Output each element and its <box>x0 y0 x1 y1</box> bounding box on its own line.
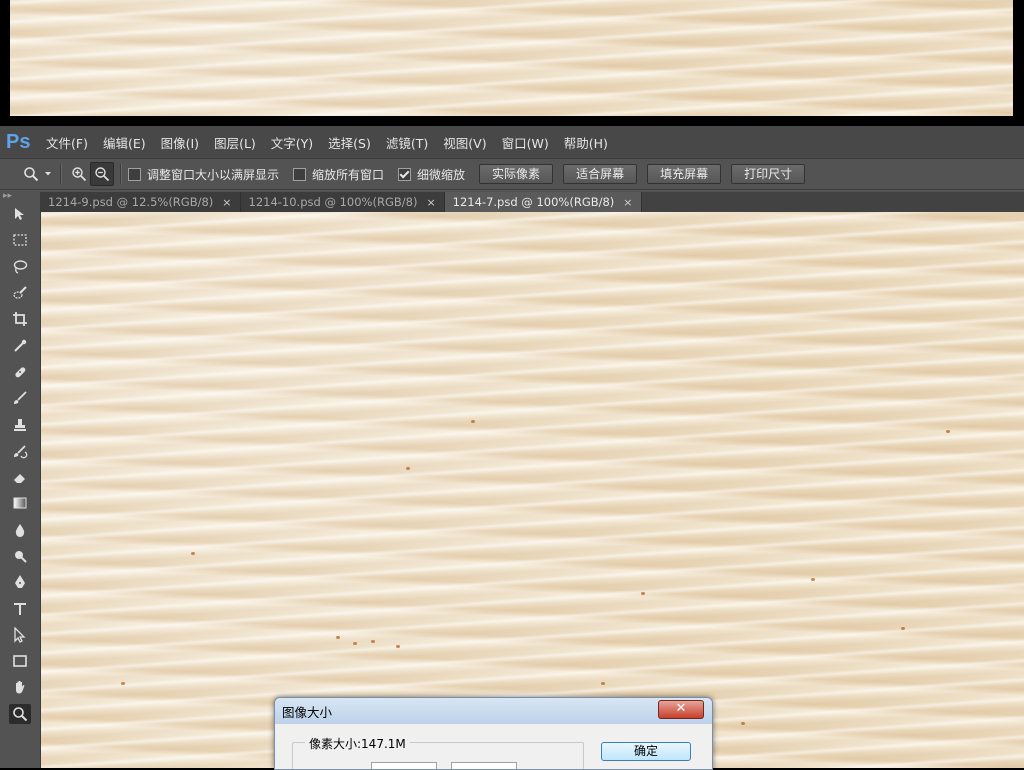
tab-label: 1214-10.psd @ 100%(RGB/8) <box>248 195 418 209</box>
print-size-button[interactable]: 打印尺寸 <box>731 164 806 184</box>
rectangle-icon[interactable] <box>0 648 40 674</box>
zoom-icon[interactable] <box>20 163 42 185</box>
width-field[interactable] <box>371 762 437 769</box>
marble-speck <box>946 430 950 433</box>
chevron-down-icon[interactable] <box>42 163 54 185</box>
checkbox-label: 调整窗口大小以满屏显示 <box>147 167 280 182</box>
options-bar: 调整窗口大小以满屏显示 缩放所有窗口 细微缩放 实际像素 适合屏幕 填充屏幕 打… <box>0 159 1024 190</box>
document-tabs: 1214-9.psd @ 12.5%(RGB/8) × 1214-10.psd … <box>40 192 1024 212</box>
pen-icon[interactable] <box>0 569 40 595</box>
zoom-icon[interactable] <box>0 701 40 727</box>
menu-file[interactable]: 文件(F) <box>46 133 88 152</box>
menu-bar: Ps 文件(F) 编辑(E) 图像(I) 图层(L) 文字(Y) 选择(S) 滤… <box>0 126 1024 159</box>
checkbox-label: 细微缩放 <box>417 167 466 182</box>
gradient-icon[interactable] <box>0 490 40 516</box>
menu-layer[interactable]: 图层(L) <box>214 133 256 152</box>
close-icon[interactable]: ✕ <box>658 700 704 719</box>
eyedropper-icon[interactable] <box>0 332 40 358</box>
marble-speck <box>396 645 400 648</box>
marquee-icon[interactable] <box>0 227 40 253</box>
resize-windows-checkbox[interactable]: 调整窗口大小以满屏显示 <box>128 166 279 183</box>
dialog-title: 图像大小 <box>282 704 333 720</box>
scrubby-zoom-checkbox[interactable]: 细微缩放 <box>398 166 465 183</box>
document-canvas[interactable] <box>41 212 1024 768</box>
menu-window[interactable]: 窗口(W) <box>502 133 549 152</box>
hand-icon[interactable] <box>0 674 40 700</box>
healing-brush-icon[interactable] <box>0 359 40 385</box>
marble-speck <box>371 640 375 643</box>
checkbox-label: 缩放所有窗口 <box>312 167 385 182</box>
menu-filter[interactable]: 滤镜(T) <box>386 133 428 152</box>
toolbox: ▸▸ <box>0 192 41 768</box>
document-tab-active[interactable]: 1214-7.psd @ 100%(RGB/8) × <box>444 192 642 212</box>
toolbox-grip[interactable]: ▸▸ <box>0 192 40 201</box>
lasso-icon[interactable] <box>0 254 40 280</box>
marble-speck <box>641 592 645 595</box>
dodge-icon[interactable] <box>0 543 40 569</box>
menu-type[interactable]: 文字(Y) <box>271 133 313 152</box>
eraser-icon[interactable] <box>0 464 40 490</box>
marble-speck <box>121 682 125 685</box>
ok-button[interactable]: 确定 <box>601 742 691 761</box>
photoshop-window: Ps 文件(F) 编辑(E) 图像(I) 图层(L) 文字(Y) 选择(S) 滤… <box>0 126 1024 770</box>
options-divider <box>60 164 62 184</box>
blur-icon[interactable] <box>0 517 40 543</box>
path-select-icon[interactable] <box>0 622 40 648</box>
options-divider <box>120 164 122 184</box>
history-brush-icon[interactable] <box>0 438 40 464</box>
fit-screen-button[interactable]: 适合屏幕 <box>563 164 638 184</box>
photoshop-logo: Ps <box>6 131 31 153</box>
document-tab[interactable]: 1214-10.psd @ 100%(RGB/8) × <box>240 192 445 212</box>
document-tab[interactable]: 1214-9.psd @ 12.5%(RGB/8) × <box>40 192 241 212</box>
actual-pixels-button[interactable]: 实际像素 <box>479 164 554 184</box>
zoom-in-icon[interactable] <box>68 163 90 185</box>
clone-stamp-icon[interactable] <box>0 411 40 437</box>
close-icon[interactable]: × <box>623 196 632 209</box>
tab-label: 1214-7.psd @ 100%(RGB/8) <box>452 195 615 209</box>
checkbox-box[interactable] <box>398 167 412 181</box>
pixel-dimensions-label: 像素大小:147.1M <box>305 735 410 752</box>
menu-view[interactable]: 视图(V) <box>443 133 486 152</box>
close-icon[interactable]: × <box>222 196 231 209</box>
crop-icon[interactable] <box>0 306 40 332</box>
zoom-all-windows-checkbox[interactable]: 缩放所有窗口 <box>293 166 384 183</box>
marble-speck <box>811 578 815 581</box>
close-icon[interactable]: × <box>426 196 435 209</box>
move-icon[interactable] <box>0 201 40 227</box>
dialog-body: 像素大小:147.1M 确定 <box>275 724 712 769</box>
marble-speck <box>406 467 410 470</box>
image-size-dialog: 图像大小 ✕ 像素大小:147.1M 确定 <box>274 697 713 770</box>
quick-select-icon[interactable] <box>0 280 40 306</box>
tab-label: 1214-9.psd @ 12.5%(RGB/8) <box>48 195 214 209</box>
menu-help[interactable]: 帮助(H) <box>564 133 608 152</box>
marble-speck <box>353 642 357 645</box>
marble-speck <box>601 682 605 685</box>
marble-speck <box>471 420 475 423</box>
dialog-titlebar[interactable]: 图像大小 ✕ <box>275 698 712 724</box>
checkbox-box[interactable] <box>128 167 141 181</box>
menu-image[interactable]: 图像(I) <box>161 133 199 152</box>
marble-speck <box>901 627 905 630</box>
checkbox-box[interactable] <box>293 167 307 181</box>
brush-icon[interactable] <box>0 385 40 411</box>
marble-speck <box>336 636 340 639</box>
top-canvas-preview <box>10 0 1013 116</box>
menu-edit[interactable]: 编辑(E) <box>103 133 146 152</box>
height-field[interactable] <box>451 762 517 769</box>
marble-speck <box>191 552 195 555</box>
marble-speck <box>741 722 745 725</box>
zoom-out-icon[interactable] <box>90 162 114 186</box>
type-icon[interactable] <box>0 595 40 621</box>
menu-select[interactable]: 选择(S) <box>328 133 371 152</box>
fill-screen-button[interactable]: 填充屏幕 <box>647 164 722 184</box>
